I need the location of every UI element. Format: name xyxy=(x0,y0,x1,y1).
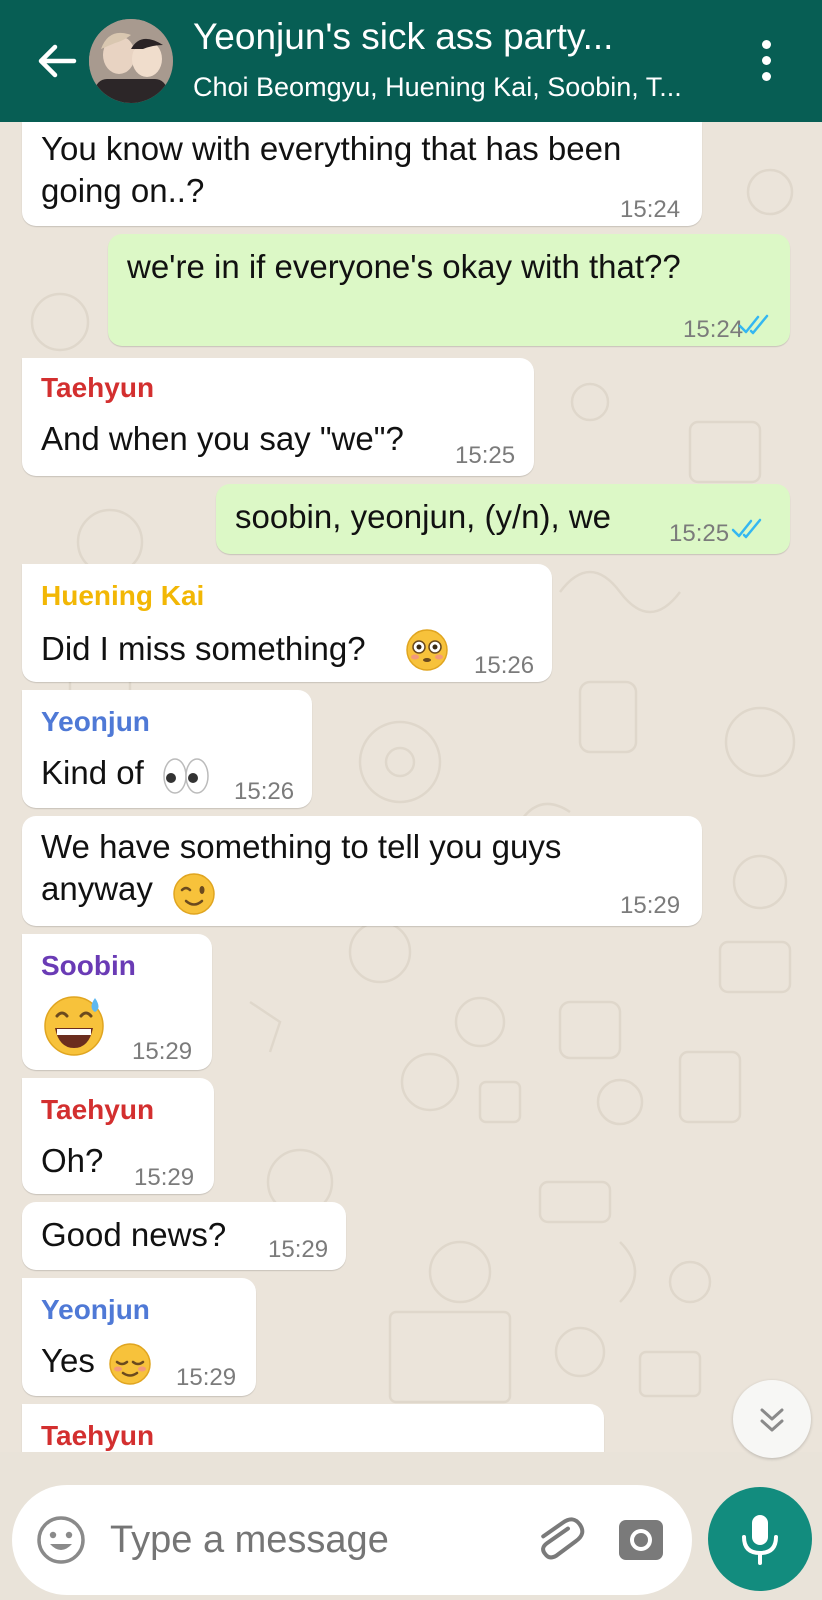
message-text: Good news? xyxy=(41,1216,227,1253)
message-time: 15:29 xyxy=(176,1364,237,1391)
message-text: We have something to tell you guys xyxy=(41,828,562,865)
message-bubble[interactable]: Soobin 15:29 xyxy=(22,934,212,1070)
group-avatar[interactable] xyxy=(89,19,173,103)
voice-message-button[interactable] xyxy=(708,1487,812,1591)
message-input[interactable] xyxy=(110,1519,510,1562)
sender-name: Soobin xyxy=(41,950,136,981)
message-text: And when you say "we"? xyxy=(41,420,404,457)
message-bubble[interactable]: Good news? 15:29 xyxy=(22,1202,346,1270)
message-text: You know with everything that has been xyxy=(41,130,622,167)
chat-header: Yeonjun's sick ass party... Choi Beomgyu… xyxy=(0,0,822,122)
message-bubble[interactable]: Yeonjun Kind of 15:26 xyxy=(22,690,312,808)
message-list[interactable]: You know with everything that has been g… xyxy=(0,122,822,1452)
message-bubble[interactable]: We have something to tell you guys anywa… xyxy=(22,816,702,926)
message-bubble[interactable]: Taehyun xyxy=(22,1404,604,1452)
sender-name: Huening Kai xyxy=(41,580,205,611)
message-bubble[interactable]: Taehyun Oh? 15:29 xyxy=(22,1078,214,1194)
message-text: soobin, yeonjun, (y/n), we xyxy=(235,498,612,535)
message-text: going on..? xyxy=(41,172,205,209)
message-text: Yes xyxy=(41,1342,95,1379)
message-time: 15:24 xyxy=(683,316,744,343)
sender-name: Yeonjun xyxy=(41,706,150,737)
eyes-emoji xyxy=(163,758,209,794)
attach-icon[interactable] xyxy=(530,1511,586,1567)
message-bubble-outgoing[interactable]: soobin, yeonjun, (y/n), we 15:25 xyxy=(216,484,790,554)
relieved-face-emoji xyxy=(109,1343,151,1385)
grinning-face-with-sweat-emoji xyxy=(44,996,104,1056)
message-time: 15:25 xyxy=(669,520,730,547)
sender-name: Yeonjun xyxy=(41,1294,150,1325)
message-composer xyxy=(12,1485,692,1595)
more-options-icon[interactable] xyxy=(754,40,778,82)
message-time: 15:29 xyxy=(268,1236,329,1263)
read-receipt-icon xyxy=(731,518,762,539)
read-receipt-icon xyxy=(738,314,769,335)
sender-name: Taehyun xyxy=(41,372,155,403)
microphone-icon xyxy=(742,1515,778,1565)
message-time: 15:29 xyxy=(132,1038,193,1065)
chat-participants[interactable]: Choi Beomgyu, Huening Kai, Soobin, T... xyxy=(193,72,682,103)
winking-face-emoji xyxy=(173,873,215,915)
message-text: anyway xyxy=(41,870,153,907)
message-time: 15:25 xyxy=(455,442,516,469)
emoji-icon[interactable] xyxy=(34,1513,88,1567)
message-time: 15:29 xyxy=(620,892,681,919)
message-time: 15:24 xyxy=(620,196,681,223)
sender-name: Taehyun xyxy=(41,1420,155,1451)
message-time: 15:26 xyxy=(234,778,295,805)
message-text: Kind of xyxy=(41,754,144,791)
message-text: Did I miss something? xyxy=(41,630,366,667)
chat-title[interactable]: Yeonjun's sick ass party... xyxy=(193,16,613,58)
message-text: Oh? xyxy=(41,1142,104,1179)
scroll-to-bottom-button[interactable] xyxy=(733,1380,811,1458)
double-chevron-down-icon xyxy=(760,1408,784,1432)
message-time: 15:29 xyxy=(134,1164,195,1191)
message-bubble[interactable]: Taehyun And when you say "we"? 15:25 xyxy=(22,358,534,476)
message-bubble-outgoing[interactable]: we're in if everyone's okay with that?? … xyxy=(108,234,790,346)
message-time: 15:26 xyxy=(474,652,535,679)
camera-icon[interactable] xyxy=(616,1515,666,1565)
message-bubble[interactable]: Huening Kai Did I miss something? 15:26 xyxy=(22,564,552,682)
message-bubble[interactable]: Yeonjun Yes 15:29 xyxy=(22,1278,256,1396)
sender-name: Taehyun xyxy=(41,1094,155,1125)
back-arrow-icon[interactable] xyxy=(34,38,80,84)
message-bubble[interactable]: You know with everything that has been g… xyxy=(22,122,702,226)
flushed-face-emoji xyxy=(406,629,448,671)
message-text: we're in if everyone's okay with that?? xyxy=(127,248,681,285)
